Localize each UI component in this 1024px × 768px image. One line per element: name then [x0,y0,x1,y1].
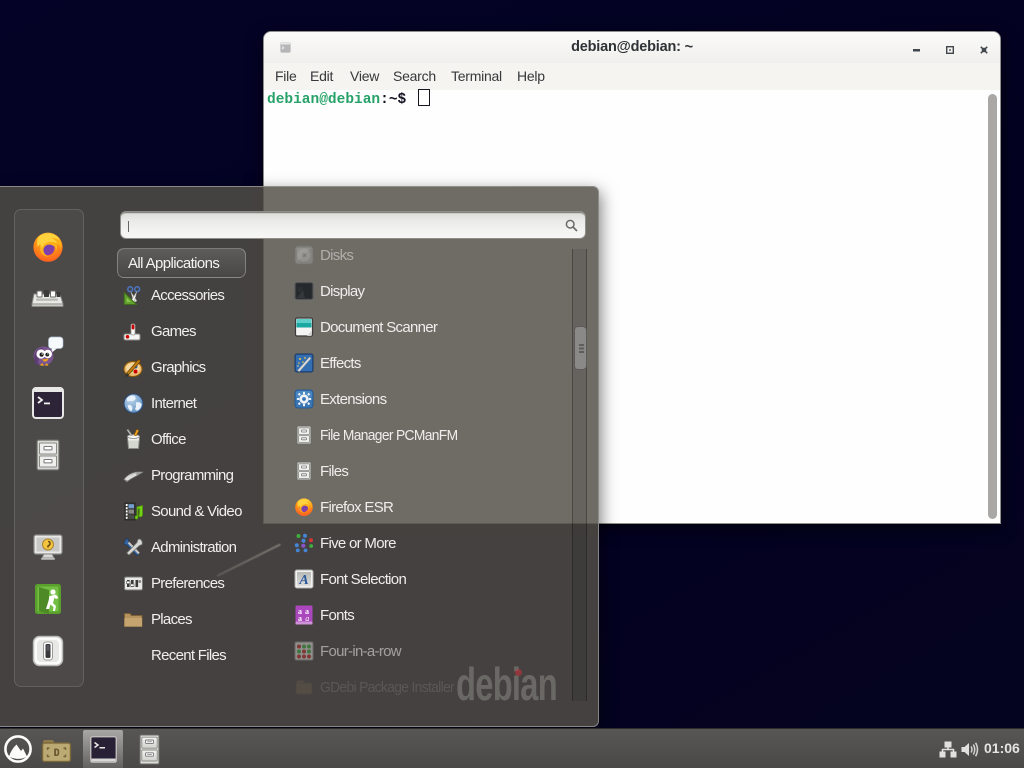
svg-text:a: a [305,614,309,623]
svg-text:a: a [298,614,302,623]
svg-text:A: A [298,573,308,588]
